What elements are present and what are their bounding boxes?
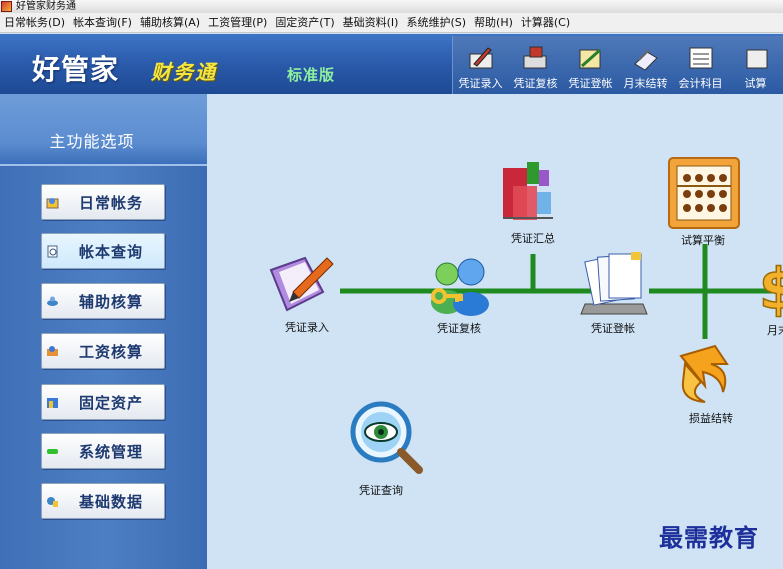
- menu-calculator[interactable]: 计算器(C): [517, 13, 574, 33]
- abacus-icon: [668, 157, 740, 229]
- flow-label: 凭证登帐: [591, 322, 635, 335]
- sidebar-header: 主功能选项: [0, 94, 207, 166]
- app-icon: [1, 1, 12, 12]
- menu-ledger-query[interactable]: 帐本查询(F): [69, 13, 136, 33]
- toolbar-month-end[interactable]: 月末结转: [618, 36, 673, 94]
- toolbar-voucher-post[interactable]: 凭证登帐: [563, 36, 618, 94]
- ledger-query-icon: [47, 245, 58, 257]
- system-icon: [47, 448, 58, 454]
- sidebar-item-fixed-assets[interactable]: 固定资产: [41, 384, 165, 420]
- toolbar-voucher-entry[interactable]: 凭证录入: [453, 36, 508, 94]
- sidebar-item-label: 固定资产: [79, 393, 144, 412]
- flow-voucher-post[interactable]: 凭证登帐: [577, 248, 653, 335]
- brand-subtitle: 财务通: [151, 60, 217, 84]
- voucher-summary-icon: [503, 162, 553, 220]
- svg-text:$: $: [759, 257, 783, 318]
- voucher-review-icon: [431, 258, 489, 316]
- sidebar-item-auxiliary[interactable]: 辅助核算: [41, 283, 165, 319]
- flow-voucher-entry[interactable]: 凭证录入: [265, 252, 345, 334]
- flow-label: 凭证汇总: [511, 232, 555, 245]
- brand-name: 好管家: [32, 53, 120, 86]
- dollar-icon: $: [758, 256, 783, 323]
- payroll-icon: [47, 345, 58, 356]
- accounts-icon: [689, 47, 712, 69]
- sidebar-item-label: 日常帐务: [79, 193, 144, 212]
- flow-voucher-summary[interactable]: 凭证汇总: [497, 156, 569, 248]
- flow-label: 试算平衡: [681, 234, 725, 247]
- menu-daily[interactable]: 日常帐务(D): [0, 13, 69, 33]
- sidebar-title: 主功能选项: [49, 132, 135, 151]
- menu-basic-data[interactable]: 基础资料(I): [339, 13, 403, 33]
- watermark: 最需教育: [659, 523, 759, 552]
- voucher-post-icon: [580, 252, 648, 315]
- flow-label: 月末: [767, 324, 783, 337]
- edition-label: 标准版: [287, 66, 336, 84]
- title-bar: 好管家财务通: [0, 0, 783, 13]
- sidebar-item-daily[interactable]: 日常帐务: [41, 184, 165, 220]
- menu-system[interactable]: 系统维护(S): [402, 13, 470, 33]
- fixed-assets-icon: [47, 397, 58, 408]
- toolbar-label: 凭证复核: [513, 77, 558, 90]
- flow-voucher-review[interactable]: 凭证复核: [419, 250, 499, 335]
- auxiliary-icon: [47, 296, 58, 306]
- refresh-arrow-icon: [679, 344, 729, 403]
- trial-balance-icon: [746, 49, 767, 69]
- toolbar-label: 凭证登帐: [568, 77, 613, 90]
- sidebar-item-label: 基础数据: [79, 492, 144, 511]
- basic-data-icon: [47, 496, 58, 507]
- voucher-post-icon: [579, 48, 601, 69]
- flow-voucher-query[interactable]: 凭证查询: [345, 400, 425, 497]
- sidebar-item-label: 系统管理: [79, 442, 144, 461]
- toolbar-trial-balance[interactable]: 试算: [728, 36, 783, 94]
- flow-label: 凭证录入: [285, 321, 329, 334]
- magnifier-eye-icon: [350, 401, 423, 474]
- menu-auxiliary[interactable]: 辅助核算(A): [136, 13, 204, 33]
- toolbar-voucher-review[interactable]: 凭证复核: [508, 36, 563, 94]
- flow-label: 凭证查询: [359, 484, 403, 497]
- sidebar-item-ledger-query[interactable]: 帐本查询: [41, 233, 165, 269]
- voucher-review-icon: [523, 46, 546, 69]
- month-end-icon: [633, 49, 658, 71]
- menu-fixed-assets[interactable]: 固定资产(T): [271, 13, 338, 33]
- flow-month-end[interactable]: $ 月末: [755, 254, 783, 337]
- sidebar-item-system[interactable]: 系统管理: [41, 433, 165, 469]
- flow-label: 损益结转: [689, 412, 733, 425]
- flow-trial-balance[interactable]: 试算平衡: [665, 156, 741, 248]
- sidebar-item-basic-data[interactable]: 基础数据: [41, 483, 165, 519]
- toolbar-label: 月末结转: [623, 77, 668, 90]
- voucher-entry-icon: [469, 47, 492, 69]
- toolbar-label: 试算: [744, 77, 767, 90]
- sidebar: 主功能选项 日常帐务 帐本查询 辅助核算 工资核算 固定资产 系统管理 基础数据: [0, 94, 207, 569]
- daily-icon: [46, 197, 59, 208]
- menu-payroll[interactable]: 工资管理(P): [204, 13, 271, 33]
- flow-label: 凭证复核: [437, 322, 481, 335]
- toolbar-label: 会计科目: [678, 77, 723, 90]
- sidebar-item-label: 辅助核算: [79, 292, 144, 311]
- main-workflow-area: 凭证录入 凭证复核 凭证汇总 凭证登帐 试算平衡 $ 月 损益结转 凭证查询: [207, 94, 783, 569]
- toolbar: 凭证录入 凭证复核 凭证登帐 月末结转 会计科目 试算: [452, 36, 783, 94]
- toolbar-label: 凭证录入: [458, 77, 503, 90]
- menu-bar: 日常帐务(D) 帐本查询(F) 辅助核算(A) 工资管理(P) 固定资产(T) …: [0, 13, 783, 33]
- toolbar-accounts[interactable]: 会计科目: [673, 36, 728, 94]
- sidebar-item-payroll[interactable]: 工资核算: [41, 333, 165, 369]
- voucher-entry-icon: [269, 256, 334, 312]
- sidebar-item-label: 工资核算: [79, 342, 144, 361]
- menu-help[interactable]: 帮助(H): [470, 13, 517, 33]
- window-title: 好管家财务通: [16, 0, 76, 12]
- flow-profit-loss-transfer[interactable]: 损益结转: [671, 342, 743, 426]
- sidebar-item-label: 帐本查询: [79, 242, 144, 261]
